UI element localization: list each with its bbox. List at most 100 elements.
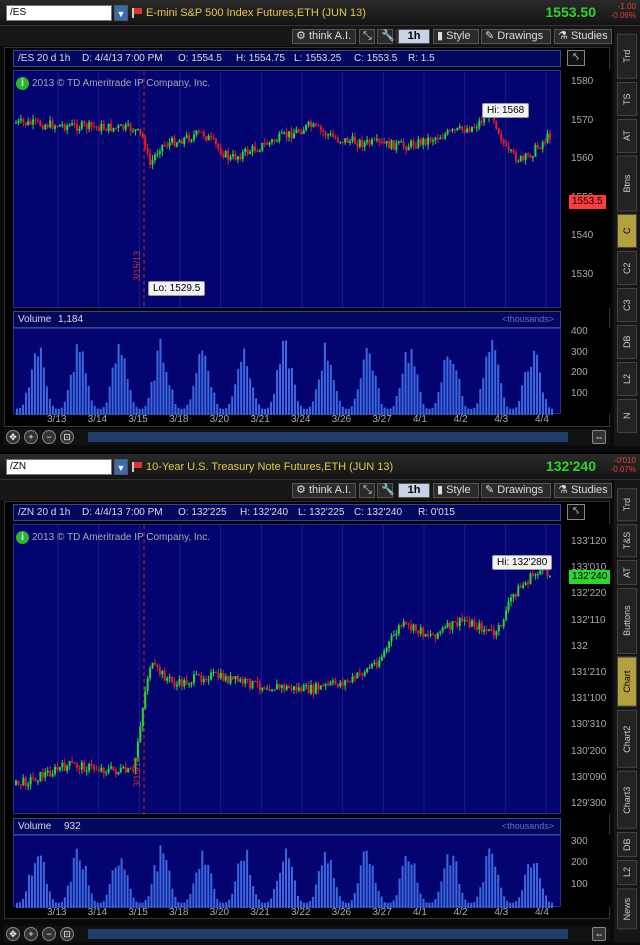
side-tab-ts[interactable]: T&S	[617, 524, 637, 558]
side-tab-btns[interactable]: Btns	[617, 155, 637, 212]
side-tab-chart2[interactable]: Chart2	[617, 710, 637, 768]
candle-body	[202, 678, 205, 683]
time-scrollbar[interactable]	[88, 929, 568, 939]
drawings-button[interactable]: ✎ Drawings	[481, 29, 551, 44]
candle-body	[78, 128, 81, 131]
candle-body	[453, 129, 456, 131]
price-plot[interactable]: i 2013 © TD Ameritrade IP Company, Inc. …	[13, 524, 561, 815]
chart-settings-icon[interactable]: ⤣	[567, 50, 585, 66]
candle-body	[449, 623, 452, 630]
zoom-out-icon[interactable]: −	[42, 430, 56, 444]
wrench-icon[interactable]: 🔧	[377, 29, 395, 44]
expand-icon[interactable]: ⇔	[592, 430, 606, 444]
side-tab-buttons[interactable]: Buttons	[617, 588, 637, 655]
fit-icon[interactable]: ⊡	[60, 927, 74, 941]
candle-body	[346, 138, 349, 143]
volume-bar	[126, 378, 129, 415]
side-tab-l2[interactable]: L2	[617, 362, 637, 397]
side-tab-ts[interactable]: TS	[617, 81, 637, 116]
side-tab-db[interactable]: DB	[617, 325, 637, 360]
candle-body	[329, 133, 332, 135]
crosshair-tool-button[interactable]: ⤡	[359, 483, 375, 498]
chart-settings-icon[interactable]: ⤣	[567, 504, 585, 520]
volume-bar	[192, 385, 195, 415]
info-icon[interactable]: i	[16, 531, 29, 544]
price-tick-label: 131'210	[571, 667, 607, 678]
side-tab-db[interactable]: DB	[617, 831, 637, 857]
candle-body	[366, 668, 369, 673]
candle-body	[244, 148, 247, 152]
candle-body	[219, 672, 222, 679]
time-scrollbar[interactable]	[88, 432, 568, 442]
studies-button[interactable]: ⚗ Studies	[554, 29, 612, 44]
info-icon[interactable]: i	[16, 77, 29, 90]
side-tab-c2[interactable]: C2	[617, 251, 637, 286]
price-tick-label: 1570	[571, 114, 594, 126]
candle-body	[517, 586, 520, 597]
symbol-dropdown-icon[interactable]: ▼	[114, 5, 128, 21]
candle-body	[200, 675, 203, 683]
candle-body	[500, 624, 503, 627]
volume-bar	[168, 870, 171, 908]
candle-body	[168, 676, 171, 679]
wrench-icon[interactable]: 🔧	[377, 483, 395, 498]
candle-body	[71, 123, 74, 126]
volume-bar	[362, 359, 365, 415]
style-button[interactable]: ▮ Style	[433, 483, 479, 498]
think-ai-button[interactable]: ⚙ think A.I.	[292, 29, 356, 44]
side-tab-at[interactable]: AT	[617, 118, 637, 153]
drawings-button[interactable]: ✎ Drawings	[481, 483, 551, 498]
candle-body	[519, 155, 522, 162]
think-ai-button[interactable]: ⚙ think A.I.	[292, 483, 356, 498]
candle-body	[371, 139, 373, 145]
expand-icon[interactable]: ⇔	[592, 927, 606, 941]
symbol-input[interactable]: /ZN	[6, 459, 112, 475]
copyright: 2013 © TD Ameritrade IP Company, Inc.	[32, 78, 211, 89]
candle-body	[102, 767, 105, 774]
candle-body	[251, 145, 254, 152]
volume-bar	[87, 385, 90, 415]
volume-bar	[150, 883, 153, 908]
symbol-input[interactable]: /ES	[6, 5, 112, 21]
candle-body	[166, 145, 169, 147]
side-tab-c3[interactable]: C3	[617, 288, 637, 323]
zoom-in-icon[interactable]: +	[24, 927, 38, 941]
symbol-dropdown-icon[interactable]: ▼	[114, 459, 128, 475]
zoom-out-icon[interactable]: −	[42, 927, 56, 941]
candle-body	[410, 140, 413, 147]
side-tab-trd[interactable]: Trd	[617, 488, 637, 522]
fit-icon[interactable]: ⊡	[60, 430, 74, 444]
candle-body	[214, 138, 217, 145]
studies-button[interactable]: ⚗ Studies	[554, 483, 612, 498]
volume-bar	[162, 362, 165, 415]
candle-body	[283, 132, 286, 134]
side-tab-chart[interactable]: Chart	[617, 657, 637, 707]
candle-body	[339, 682, 342, 687]
candle-body	[75, 123, 78, 131]
period-button[interactable]: 1h	[398, 29, 430, 44]
side-tab-trd[interactable]: Trd	[617, 34, 637, 79]
side-tab-chart3[interactable]: Chart3	[617, 770, 637, 829]
pan-icon[interactable]: ✥	[6, 927, 20, 941]
crosshair-tool-button[interactable]: ⤡	[359, 29, 375, 44]
volume-bar	[398, 388, 401, 415]
side-tab-at[interactable]: AT	[617, 560, 637, 586]
zoom-in-icon[interactable]: +	[24, 430, 38, 444]
side-tab-n[interactable]: N	[617, 399, 637, 433]
candle-body	[312, 684, 315, 694]
candle-body	[544, 142, 547, 144]
volume-bar	[287, 368, 290, 415]
candle-body	[239, 156, 242, 160]
side-tab-c[interactable]: C	[617, 214, 637, 249]
candle-body	[249, 151, 252, 154]
style-button[interactable]: ▮ Style	[433, 29, 479, 44]
side-tab-l2[interactable]: L2	[617, 859, 637, 885]
candle-body	[380, 656, 383, 661]
side-tab-news[interactable]: News	[617, 887, 637, 929]
pan-icon[interactable]: ✥	[6, 430, 20, 444]
price-plot[interactable]: i 2013 © TD Ameritrade IP Company, Inc. …	[13, 70, 561, 309]
volume-bar	[356, 883, 359, 908]
candle-body	[63, 762, 66, 771]
period-button[interactable]: 1h	[398, 483, 430, 498]
candle-body	[156, 154, 159, 156]
